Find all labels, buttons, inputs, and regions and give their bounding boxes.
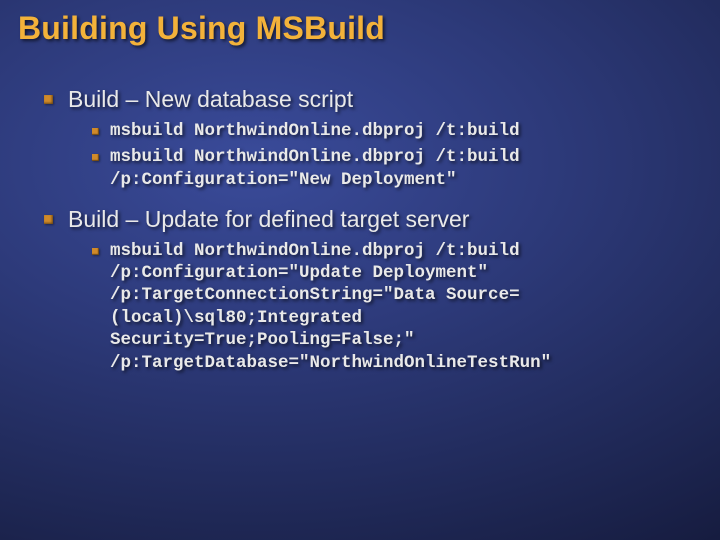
section-heading-text: Build – New database script: [68, 86, 353, 112]
section-heading: Build – New database script msbuild Nort…: [44, 85, 702, 191]
section-heading: Build – Update for defined target server…: [44, 205, 702, 374]
code-line: msbuild NorthwindOnline.dbproj /t:build …: [92, 146, 670, 191]
code-line: msbuild NorthwindOnline.dbproj /t:build …: [92, 240, 670, 374]
section-heading-text: Build – Update for defined target server: [68, 206, 469, 232]
bullet-list-level2: msbuild NorthwindOnline.dbproj /t:build …: [68, 240, 702, 374]
bullet-list-level1: Build – New database script msbuild Nort…: [18, 85, 702, 374]
code-line: msbuild NorthwindOnline.dbproj /t:build: [92, 120, 670, 142]
slide: Building Using MSBuild Build – New datab…: [0, 0, 720, 540]
bullet-list-level2: msbuild NorthwindOnline.dbproj /t:build …: [68, 120, 702, 191]
slide-title: Building Using MSBuild: [18, 10, 702, 47]
